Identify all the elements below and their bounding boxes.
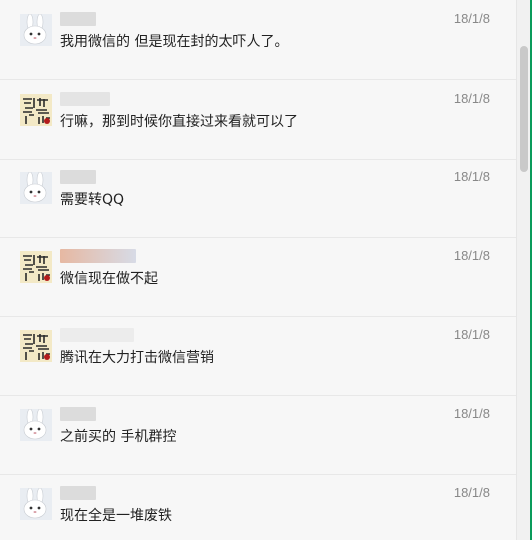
message-item[interactable]: 18/1/8 我用微信的 但是现在封的太吓人了。 bbox=[0, 0, 516, 80]
chat-history-pane: 18/1/8 我用微信的 但是现在封的太吓人了。 18/1/8 行嘛，那到时候你… bbox=[0, 0, 532, 540]
calligraphy-avatar[interactable] bbox=[20, 94, 52, 126]
message-text: 微信现在做不起 bbox=[60, 271, 158, 287]
sender-name-blurred bbox=[60, 407, 96, 421]
message-time: 18/1/8 bbox=[453, 91, 490, 106]
message-item[interactable]: 18/1/8 微信现在做不起 bbox=[0, 237, 516, 317]
message-list: 18/1/8 我用微信的 但是现在封的太吓人了。 18/1/8 行嘛，那到时候你… bbox=[0, 0, 516, 540]
message-time: 18/1/8 bbox=[453, 327, 490, 342]
message-text: 现在全是一堆废铁 bbox=[60, 508, 172, 524]
rabbit-avatar[interactable] bbox=[20, 409, 52, 441]
message-item[interactable]: 18/1/8 腾讯在大力打击微信营销 bbox=[0, 316, 516, 396]
message-text: 行嘛，那到时候你直接过来看就可以了 bbox=[60, 114, 298, 130]
sender-name-blurred bbox=[60, 12, 96, 26]
message-item[interactable]: 18/1/8 之前买的 手机群控 bbox=[0, 395, 516, 475]
message-time: 18/1/8 bbox=[453, 485, 490, 500]
message-time: 18/1/8 bbox=[453, 169, 490, 184]
message-time: 18/1/8 bbox=[453, 406, 490, 421]
message-item[interactable]: 18/1/8 现在全是一堆废铁 bbox=[0, 474, 516, 540]
message-item[interactable]: 18/1/8 行嘛，那到时候你直接过来看就可以了 bbox=[0, 80, 516, 160]
message-text: 我用微信的 但是现在封的太吓人了。 bbox=[60, 34, 289, 50]
calligraphy-avatar[interactable] bbox=[20, 330, 52, 362]
sender-name-blurred bbox=[60, 328, 134, 342]
rabbit-avatar[interactable] bbox=[20, 488, 52, 520]
sender-name-blurred bbox=[60, 170, 96, 184]
rabbit-avatar[interactable] bbox=[20, 172, 52, 204]
message-text: 之前买的 手机群控 bbox=[60, 429, 177, 445]
rabbit-avatar[interactable] bbox=[20, 14, 52, 46]
message-time: 18/1/8 bbox=[453, 248, 490, 263]
message-text: 腾讯在大力打击微信营销 bbox=[60, 350, 214, 366]
scrollbar-thumb[interactable] bbox=[520, 46, 528, 172]
message-text: 需要转QQ bbox=[60, 192, 125, 208]
sender-name-blurred bbox=[60, 92, 110, 106]
sender-name-blurred bbox=[60, 486, 96, 500]
sender-name-blurred bbox=[60, 249, 136, 263]
calligraphy-avatar[interactable] bbox=[20, 251, 52, 283]
message-item[interactable]: 18/1/8 需要转QQ bbox=[0, 158, 516, 238]
message-time: 18/1/8 bbox=[453, 11, 490, 26]
